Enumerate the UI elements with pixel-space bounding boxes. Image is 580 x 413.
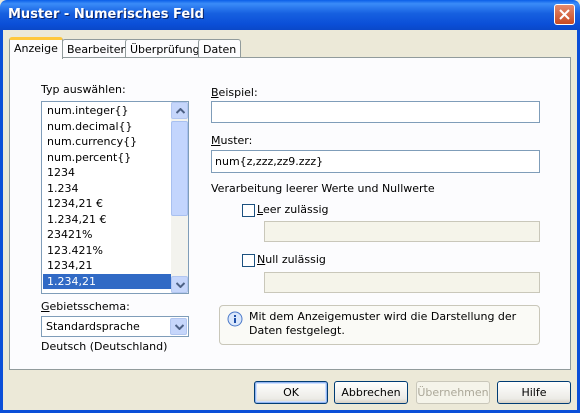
type-list-items: num.integer{} num.decimal{} num.currency{}… bbox=[43, 103, 172, 289]
pattern-field[interactable]: num{z,zzz,zz9.zzz} bbox=[211, 150, 540, 173]
listbox-scrollbar[interactable] bbox=[171, 102, 188, 293]
list-item[interactable]: 1.234,21 € bbox=[43, 212, 172, 228]
help-button[interactable]: Hilfe bbox=[497, 381, 571, 404]
tab-bearbeiten[interactable]: Bearbeiten bbox=[62, 39, 133, 58]
locale-label: Gebietsschema: bbox=[41, 300, 130, 313]
empty-allowed-checkbox[interactable] bbox=[242, 204, 255, 217]
list-item[interactable]: num.decimal{} bbox=[43, 119, 172, 135]
pattern-label-rest: uster: bbox=[220, 134, 253, 147]
tab-ueberpruefung[interactable]: Überprüfung bbox=[125, 39, 205, 58]
empty-allowed-label-rest: eer zulässig bbox=[262, 203, 329, 216]
type-listbox[interactable]: num.integer{} num.decimal{} num.currency{}… bbox=[41, 101, 189, 294]
window-title: Muster - Numerisches Feld bbox=[8, 7, 204, 22]
list-item[interactable]: 1234,21 bbox=[43, 258, 172, 274]
list-item[interactable]: 23421% bbox=[43, 227, 172, 243]
combo-dropdown-button[interactable] bbox=[170, 318, 187, 335]
empty-value-field[interactable] bbox=[264, 221, 540, 242]
type-label: Typ auswählen: bbox=[41, 83, 126, 96]
list-item[interactable]: 1234,21 € bbox=[43, 196, 172, 212]
list-item[interactable]: num.currency{} bbox=[43, 134, 172, 150]
null-allowed-label-rest: ull zulässig bbox=[265, 253, 326, 266]
list-item[interactable]: num.percent{} bbox=[43, 150, 172, 166]
chevron-up-icon bbox=[176, 108, 185, 114]
chevron-down-icon bbox=[175, 324, 184, 330]
close-icon bbox=[559, 9, 570, 20]
info-text: Mit dem Anzeigemuster wird die Darstellu… bbox=[249, 310, 517, 337]
cancel-button[interactable]: Abbrechen bbox=[334, 381, 408, 404]
tab-anzeige[interactable]: Anzeige bbox=[9, 37, 63, 59]
apply-button[interactable]: Übernehmen bbox=[416, 381, 490, 404]
info-box: Mit dem Anzeigemuster wird die Darstellu… bbox=[219, 305, 540, 345]
null-allowed-checkbox[interactable] bbox=[242, 254, 255, 267]
empty-allowed-label[interactable]: Leer zulässig bbox=[257, 203, 329, 216]
example-field[interactable] bbox=[211, 101, 540, 123]
info-icon bbox=[227, 311, 243, 327]
list-item[interactable]: 1.234 bbox=[43, 181, 172, 197]
title-bar[interactable]: Muster - Numerisches Feld bbox=[0, 0, 580, 30]
empty-values-heading: Verarbeitung leerer Werte und Nullwerte bbox=[211, 182, 435, 195]
null-allowed-label[interactable]: Null zulässig bbox=[257, 253, 326, 266]
scroll-down-button[interactable] bbox=[171, 276, 188, 293]
close-button[interactable] bbox=[554, 4, 575, 25]
list-item[interactable]: 1234 bbox=[43, 165, 172, 181]
ok-button[interactable]: OK bbox=[254, 381, 328, 404]
list-item[interactable]: 123.421% bbox=[43, 243, 172, 259]
locale-description: Deutsch (Deutschland) bbox=[41, 340, 168, 353]
locale-combobox[interactable]: Standardsprache bbox=[41, 316, 189, 337]
pattern-label: Muster: bbox=[211, 134, 253, 147]
locale-selected: Standardsprache bbox=[46, 320, 140, 333]
list-item[interactable]: 1.234,21 bbox=[43, 273, 172, 289]
null-value-field[interactable] bbox=[264, 272, 540, 293]
example-label-rest: eispiel: bbox=[218, 86, 258, 99]
tab-daten[interactable]: Daten bbox=[198, 39, 242, 58]
chevron-down-icon bbox=[176, 282, 185, 288]
list-item[interactable]: num.integer{} bbox=[43, 103, 172, 119]
scroll-thumb[interactable] bbox=[171, 121, 188, 216]
scroll-up-button[interactable] bbox=[171, 102, 188, 119]
locale-label-rest: ebietsschema: bbox=[49, 300, 130, 313]
example-label: Beispiel: bbox=[211, 86, 258, 99]
